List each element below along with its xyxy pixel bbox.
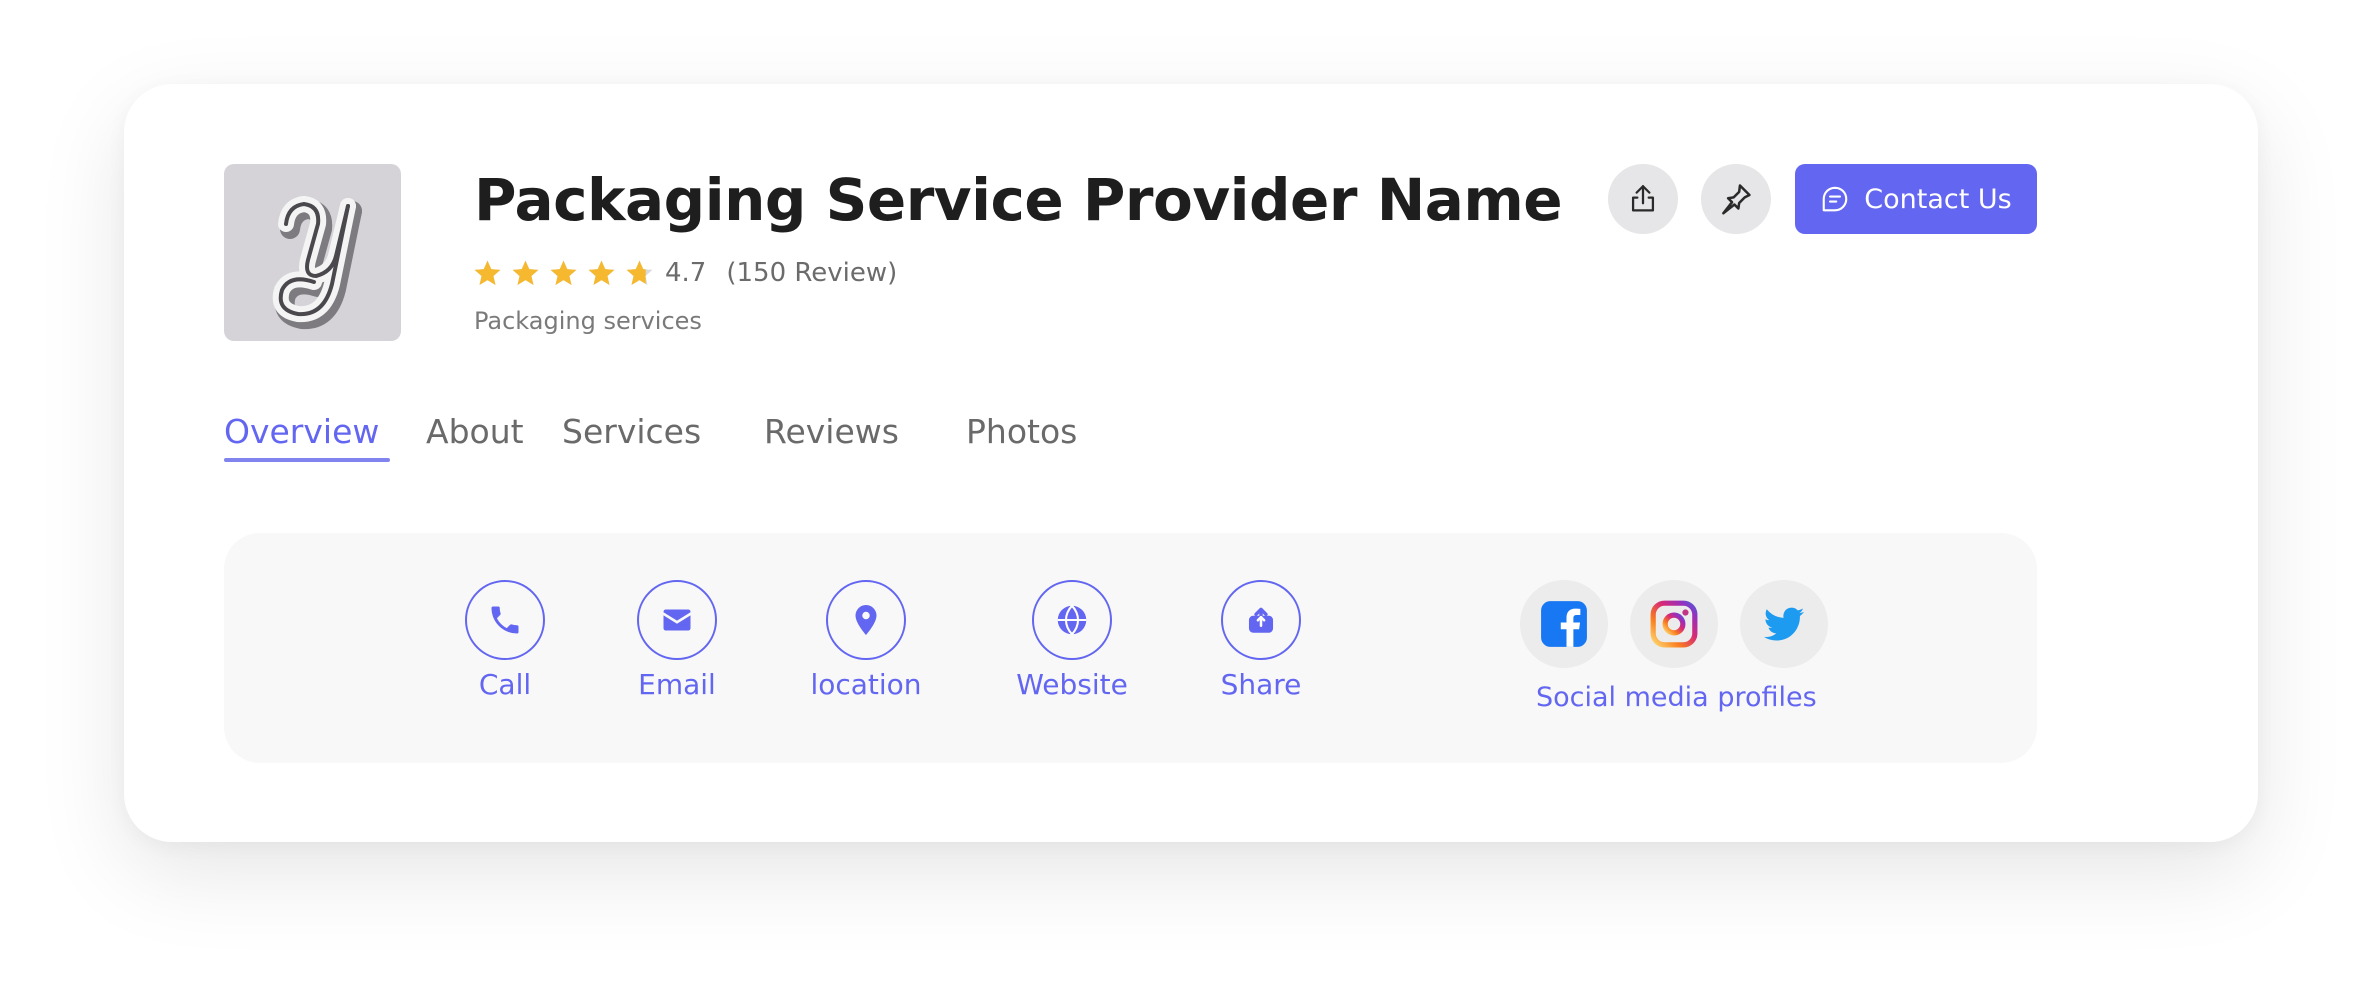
- rating-value: 4.7: [665, 258, 707, 288]
- star-icon: [626, 260, 653, 285]
- share-icon: [1248, 607, 1274, 633]
- tab-overview[interactable]: Overview: [224, 412, 379, 459]
- provider-name: Packaging Service Provider Name: [474, 166, 1563, 234]
- rating-row: 4.7 (150 Review): [472, 253, 897, 293]
- location-action[interactable]: location: [786, 580, 946, 701]
- email-action[interactable]: Email: [597, 580, 757, 701]
- share-action[interactable]: Share: [1181, 580, 1341, 701]
- tab-bar: Overview About Services Reviews Photos: [0, 412, 2376, 472]
- email-button[interactable]: [637, 580, 717, 660]
- tab-services[interactable]: Services: [562, 412, 701, 459]
- star-icon: [588, 260, 615, 285]
- call-label: Call: [478, 668, 532, 701]
- facebook-icon: [1541, 601, 1587, 647]
- facebook-button[interactable]: [1520, 580, 1608, 668]
- upload-share-icon: [1631, 185, 1655, 212]
- twitter-button[interactable]: [1740, 580, 1828, 668]
- instagram-icon: [1650, 600, 1698, 648]
- call-button[interactable]: [465, 580, 545, 660]
- location-button[interactable]: [826, 580, 906, 660]
- website-action[interactable]: Website: [992, 580, 1152, 701]
- share-label: Share: [1220, 668, 1302, 701]
- email-label: Email: [638, 668, 716, 701]
- phone-icon: [491, 606, 519, 634]
- share-button[interactable]: [1608, 164, 1678, 234]
- star-icon: [550, 260, 577, 285]
- provider-logo: [224, 164, 401, 341]
- star-icon: [474, 260, 501, 285]
- pin-button[interactable]: [1701, 164, 1771, 234]
- review-count: (150 Review): [726, 258, 898, 288]
- globe-icon: [1057, 604, 1087, 636]
- tab-about[interactable]: About: [426, 412, 524, 459]
- star-icon: [512, 260, 539, 285]
- website-button[interactable]: [1032, 580, 1112, 660]
- contact-us-button[interactable]: Contact Us: [1795, 164, 2037, 234]
- provider-category: Packaging services: [474, 307, 702, 335]
- contact-us-label: Contact Us: [1864, 183, 2012, 215]
- pin-icon: [1722, 184, 1751, 215]
- call-action[interactable]: Call: [425, 580, 585, 701]
- website-label: Website: [1016, 668, 1128, 701]
- location-label: location: [810, 668, 922, 701]
- social-media-label: Social media profiles: [1536, 682, 1817, 713]
- map-pin-icon: [855, 605, 877, 635]
- instagram-button[interactable]: [1630, 580, 1718, 668]
- active-tab-indicator: [224, 458, 390, 462]
- twitter-icon: [1763, 607, 1805, 641]
- star-rating: [472, 258, 655, 289]
- share-action-button[interactable]: [1221, 580, 1301, 660]
- envelope-icon: [663, 609, 691, 631]
- tab-photos[interactable]: Photos: [966, 412, 1077, 459]
- tab-reviews[interactable]: Reviews: [764, 412, 899, 459]
- chat-bubble-icon: [1822, 186, 1848, 212]
